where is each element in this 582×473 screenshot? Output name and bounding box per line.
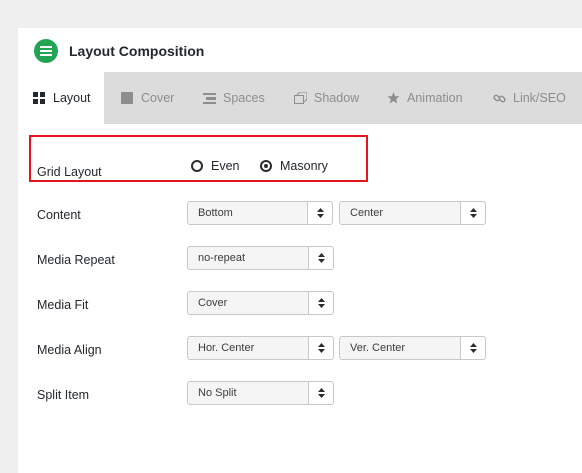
media-repeat-label: Media Repeat [37,253,115,267]
radio-masonry-circle[interactable] [260,160,272,172]
tab-cover[interactable]: Cover [120,72,174,124]
radio-even[interactable]: Even [191,159,240,173]
panel-title: Layout Composition [69,43,205,59]
tab-label: Cover [141,91,175,105]
menu-lines-icon [34,39,58,63]
select-value: No Split [198,387,237,399]
select-arrows-icon [307,202,332,224]
tab-label: Animation [407,91,463,105]
spacing-icon [202,91,216,105]
tab-label: Shadow [314,91,360,105]
tab-label: Link/SEO [513,91,566,105]
select-arrows-icon [308,337,333,359]
tab-link-seo[interactable]: Link/SEO [492,72,566,124]
select-arrows-icon [308,247,333,269]
content-select-horizontal[interactable]: Center [339,201,486,225]
shadow-icon [293,91,307,105]
square-icon [120,91,134,105]
tab-bar: Layout Cover Spaces Shadow Animation Lin… [18,72,582,124]
radio-masonry-label: Masonry [280,159,328,173]
select-value: Bottom [198,207,233,219]
panel-header: Layout Composition [18,28,582,72]
tab-animation[interactable]: Animation [386,72,463,124]
select-arrows-icon [308,292,333,314]
star-icon [386,91,400,105]
split-item-select[interactable]: No Split [187,381,334,405]
select-value: Center [350,207,384,219]
layout-composition-panel: Layout Composition Layout Cover Spaces S… [18,28,582,473]
tab-spaces[interactable]: Spaces [202,72,265,124]
grid-layout-label: Grid Layout [37,165,102,179]
radio-masonry[interactable]: Masonry [260,159,328,173]
tab-label: Spaces [223,91,265,105]
media-align-label: Media Align [37,343,102,357]
media-repeat-select[interactable]: no-repeat [187,246,334,270]
radio-even-label: Even [211,159,240,173]
tab-shadow[interactable]: Shadow [293,72,359,124]
select-arrows-icon [308,382,333,404]
select-value: Ver. Center [350,342,406,354]
select-value: Cover [198,297,228,309]
content-label: Content [37,208,81,222]
select-arrows-icon [460,202,485,224]
split-item-label: Split Item [37,388,90,402]
radio-even-circle[interactable] [191,160,203,172]
media-align-select-horizontal[interactable]: Hor. Center [187,336,334,360]
select-arrows-icon [460,337,485,359]
content-select-vertical[interactable]: Bottom [187,201,333,225]
select-value: Hor. Center [198,342,255,354]
link-icon [492,91,506,105]
select-value: no-repeat [198,252,246,264]
media-fit-select[interactable]: Cover [187,291,334,315]
media-fit-label: Media Fit [37,298,89,312]
grid-icon [32,91,46,105]
media-align-select-vertical[interactable]: Ver. Center [339,336,486,360]
tab-label: Layout [53,91,91,105]
tab-layout[interactable]: Layout [18,72,104,124]
